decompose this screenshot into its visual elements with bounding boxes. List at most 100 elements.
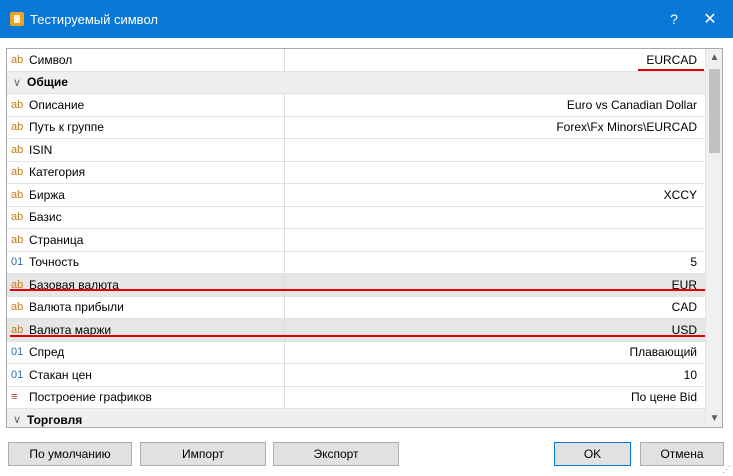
property-value[interactable]: 5 [285,252,705,274]
highlight-line-margin-currency [10,335,705,337]
row-label-cell: 01 Спред [7,341,285,363]
string-type-icon: ab [11,233,24,246]
row-label-cell: 01 Стакан цен [7,364,285,386]
property-row[interactable]: ab ISIN [7,139,705,162]
highlight-line-symbol [638,69,704,71]
property-row[interactable]: 01 Спред Плавающий [7,341,705,364]
chevron-down-icon[interactable]: ∨ [11,413,27,426]
string-type-icon: ab [11,323,24,336]
string-type-icon: ab [11,98,24,111]
property-value[interactable]: Плавающий [285,342,705,364]
property-label: Символ [29,52,73,67]
property-value[interactable]: EURCAD [285,49,705,71]
property-grid[interactable]: ab Символ EURCAD ∨ Общие ab Описание Euro vs Ca… [6,48,723,428]
row-label-cell: ab Символ [7,49,285,71]
property-value[interactable]: Euro vs Canadian Dollar [285,94,705,116]
property-value[interactable]: По цене Bid [285,387,705,409]
scroll-up-icon[interactable]: ▲ [706,49,722,66]
row-label-cell: ab Описание [7,94,285,116]
number-type-icon: 01 [11,256,24,269]
property-value[interactable]: XCCY [285,184,705,206]
scroll-thumb[interactable] [709,69,720,153]
ok-button[interactable]: OK [554,442,631,466]
property-rows: ab Символ EURCAD ∨ Общие ab Описание Euro vs Ca… [7,49,705,427]
property-value[interactable] [285,229,705,251]
property-row[interactable]: ab Биржа XCCY [7,184,705,207]
property-value[interactable]: CAD [285,297,705,319]
string-type-icon: ab [11,211,24,224]
string-type-icon: ab [11,188,24,201]
property-row[interactable]: ab Базовая валюта EUR [7,274,705,297]
property-label: Путь к группе [29,120,104,135]
property-row[interactable]: ab Символ EURCAD [7,49,705,72]
close-button[interactable]: ✕ [693,0,727,38]
category-label: Общие [27,75,68,90]
row-label-cell: ≡ Построение графиков [7,386,285,408]
help-button[interactable]: ? [660,0,688,38]
number-type-icon: 01 [11,368,24,381]
defaults-button[interactable]: По умолчанию [8,442,132,466]
property-row[interactable]: ab Базис [7,206,705,229]
property-label: Страница [29,232,84,247]
cancel-button[interactable]: Отмена [640,442,724,466]
property-value[interactable] [285,207,705,229]
title-bar: Тестируемый символ ? ✕ [0,0,733,38]
number-type-icon: 01 [11,346,24,359]
property-value[interactable] [285,162,705,184]
row-label-cell: ab Базис [7,206,285,228]
property-label: Спред [29,345,65,360]
row-label-cell: ab Страница [7,229,285,251]
property-label: Категория [29,165,86,180]
chevron-down-icon[interactable]: ∨ [11,76,27,89]
row-label-cell: 01 Точность [7,251,285,273]
string-type-icon: ab [11,53,24,66]
app-icon [10,12,24,26]
property-label: ISIN [29,142,53,157]
property-label: Биржа [29,187,65,202]
property-row[interactable]: 01 Точность 5 [7,251,705,274]
property-label: Базис [29,210,62,225]
string-type-icon: ab [11,143,24,156]
property-label: Стакан цен [29,367,92,382]
resize-grip-icon[interactable]: ⋰ [721,464,731,474]
row-label-cell: ab Категория [7,161,285,183]
property-value[interactable] [285,139,705,161]
row-label-cell: ∨ Общие [7,72,68,94]
property-row[interactable]: ≡ Построение графиков По цене Bid [7,386,705,409]
category-row[interactable]: ∨ Торговля [7,409,705,427]
property-label: Валюта прибыли [29,300,124,315]
string-type-icon: ab [11,121,24,134]
property-row[interactable]: ab Категория [7,161,705,184]
property-row[interactable]: ab Описание Euro vs Canadian Dollar [7,94,705,117]
property-value[interactable]: 10 [285,364,705,386]
row-label-cell: ab Базовая валюта [7,274,285,296]
export-button[interactable]: Экспорт [273,442,399,466]
property-row[interactable]: 01 Стакан цен 10 [7,364,705,387]
property-label: Построение графиков [29,390,152,405]
property-row[interactable]: ab Валюта маржи USD [7,319,705,342]
vertical-scrollbar[interactable]: ▲ ▼ [705,49,722,427]
property-value[interactable]: EUR [285,274,705,296]
row-label-cell: ab Валюта прибыли [7,296,285,318]
property-value[interactable]: Forex\Fx Minors\EURCAD [285,117,705,139]
property-value[interactable]: USD [285,319,705,341]
row-label-cell: ∨ Торговля [7,409,83,427]
chart-type-icon: ≡ [11,391,18,404]
category-row[interactable]: ∨ Общие [7,71,705,94]
property-row[interactable]: ab Страница [7,229,705,252]
row-label-cell: ab Валюта маржи [7,319,285,341]
property-label: Описание [29,97,85,112]
category-label: Торговля [27,412,83,427]
highlight-line-base-currency [10,289,705,291]
string-type-icon: ab [11,166,24,179]
property-row[interactable]: ab Валюта прибыли CAD [7,296,705,319]
row-label-cell: ab Биржа [7,184,285,206]
import-button[interactable]: Импорт [140,442,266,466]
property-label: Точность [29,255,80,270]
string-type-icon: ab [11,301,24,314]
property-row[interactable]: ab Путь к группе Forex\Fx Minors\EURCAD [7,116,705,139]
row-label-cell: ab ISIN [7,139,285,161]
scroll-down-icon[interactable]: ▼ [706,410,722,427]
window-title: Тестируемый символ [30,11,158,27]
row-label-cell: ab Путь к группе [7,116,285,138]
